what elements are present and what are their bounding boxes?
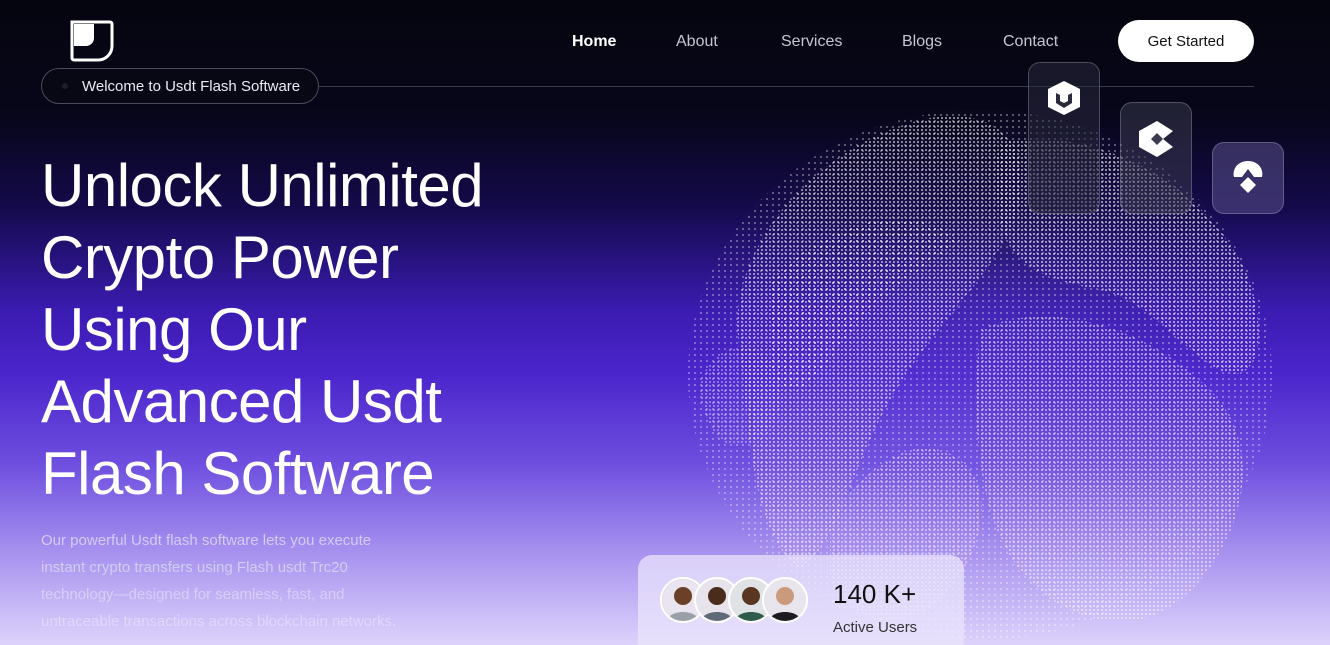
diamond-arrow-icon — [1228, 157, 1268, 202]
welcome-badge-text: Welcome to Usdt Flash Software — [82, 77, 301, 95]
badge-dot-icon — [62, 83, 68, 89]
app-tile-1[interactable] — [1028, 62, 1100, 214]
description-line: untraceable transactions across blockcha… — [41, 613, 397, 630]
avatar-group — [660, 577, 820, 623]
welcome-badge: Welcome to Usdt Flash Software — [41, 68, 319, 104]
header-divider — [318, 86, 1254, 87]
active-users-card: 140 K+ Active Users — [638, 555, 964, 645]
nav-blogs[interactable]: Blogs — [902, 33, 942, 51]
headline-line: Using Our — [41, 296, 307, 363]
nav-services[interactable]: Services — [781, 33, 842, 51]
hero-description: Our powerful Usdt flash software lets yo… — [41, 527, 441, 635]
shield-box-icon — [1046, 79, 1082, 122]
description-line: technology—designed for seamless, fast, … — [41, 586, 345, 603]
get-started-button[interactable]: Get Started — [1118, 20, 1254, 62]
nav-about[interactable]: About — [676, 33, 718, 51]
description-line: Our powerful Usdt flash software lets yo… — [41, 532, 372, 549]
avatar — [762, 577, 808, 623]
hero-headline: Unlock Unlimited Crypto Power Using Our … — [41, 150, 601, 510]
nav-contact[interactable]: Contact — [1003, 33, 1058, 51]
brand-logo-icon[interactable] — [70, 20, 114, 62]
app-tile-3[interactable] — [1212, 142, 1284, 214]
c-shape-icon — [1137, 119, 1175, 164]
active-users-count: 140 K+ — [833, 579, 917, 609]
description-line: instant crypto transfers using Flash usd… — [41, 559, 348, 576]
active-users-label: Active Users — [833, 619, 918, 636]
app-tile-2[interactable] — [1120, 102, 1192, 214]
headline-line: Crypto Power — [41, 224, 399, 291]
headline-line: Advanced Usdt — [41, 368, 442, 435]
nav-home[interactable]: Home — [572, 33, 616, 51]
headline-line: Flash Software — [41, 440, 435, 507]
headline-line: Unlock Unlimited — [41, 152, 484, 219]
